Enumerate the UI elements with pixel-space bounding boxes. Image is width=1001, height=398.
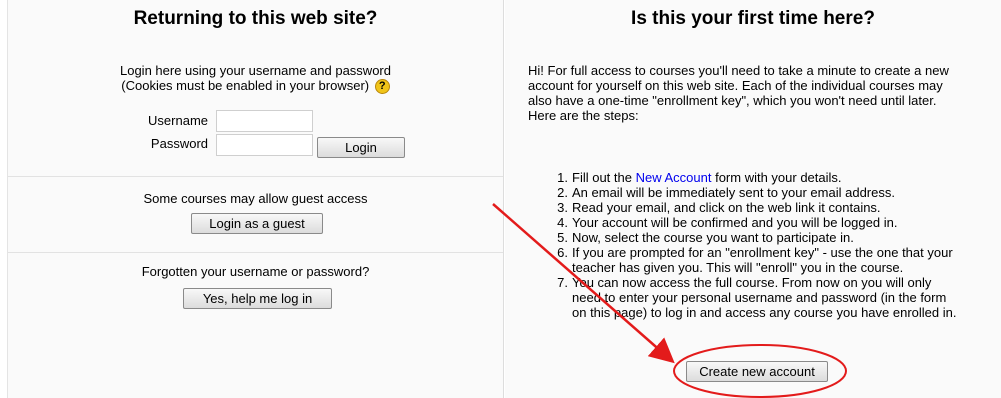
new-account-link[interactable]: New Account bbox=[636, 170, 712, 185]
guest-access-text: Some courses may allow guest access bbox=[143, 191, 368, 206]
password-label: Password bbox=[150, 136, 208, 151]
step-text: Read your email, and click on the web li… bbox=[572, 200, 881, 215]
question-mark-help-icon[interactable]: ? bbox=[374, 79, 390, 95]
step-number: 2. bbox=[557, 185, 568, 200]
divider-1 bbox=[8, 176, 503, 177]
step-item-4: 4. Your account will be confirmed and you… bbox=[554, 215, 974, 230]
step-text: Your account will be confirmed and you w… bbox=[572, 215, 898, 230]
signup-intro: Hi! For full access to courses you'll ne… bbox=[528, 63, 949, 123]
signup-panel: Is this your first time here? Hi! For fu… bbox=[505, 0, 1001, 398]
step-item-2: 2. An email will be immediately sent to y… bbox=[554, 185, 974, 200]
step-number: 5. bbox=[557, 230, 568, 245]
signup-steps: 1. Fill out the New Account form with yo… bbox=[554, 170, 974, 320]
returning-heading: Returning to this web site? bbox=[133, 8, 378, 29]
step-text: You can now access the full course. From… bbox=[572, 275, 957, 320]
step-item-1: 1. Fill out the New Account form with yo… bbox=[554, 170, 974, 185]
login-intro-line1: Login here using your username and passw… bbox=[119, 63, 391, 78]
login-intro-line2-row: (Cookies must be enabled in your browser… bbox=[8, 78, 503, 95]
step-text: An email will be immediately sent to you… bbox=[572, 185, 895, 200]
step-text: If you are prompted for an "enrollment k… bbox=[572, 245, 953, 275]
divider-2 bbox=[8, 252, 503, 253]
step1-suffix: form with your details. bbox=[711, 170, 842, 185]
forgot-password-button[interactable]: Yes, help me log in bbox=[183, 288, 332, 309]
step-number: 3. bbox=[557, 200, 568, 215]
create-new-account-button[interactable]: Create new account bbox=[686, 361, 828, 382]
login-intro-line2: (Cookies must be enabled in your browser… bbox=[121, 78, 370, 93]
username-input[interactable] bbox=[216, 110, 313, 132]
step-item-3: 3. Read your email, and click on the web … bbox=[554, 200, 974, 215]
step1-prefix: Fill out the bbox=[572, 170, 636, 185]
step-text: Now, select the course you want to parti… bbox=[572, 230, 854, 245]
login-button[interactable]: Login bbox=[317, 137, 405, 158]
step-number: 7. bbox=[557, 275, 568, 290]
step-item-5: 5. Now, select the course you want to par… bbox=[554, 230, 974, 245]
login-panel: Returning to this web site? Login here u… bbox=[7, 0, 504, 398]
forgot-password-text: Forgotten your username or password? bbox=[141, 264, 370, 279]
step-item-6: 6. If you are prompted for an "enrollment… bbox=[554, 245, 974, 275]
step-item-7: 7. You can now access the full course. Fr… bbox=[554, 275, 959, 320]
step-number: 4. bbox=[557, 215, 568, 230]
password-input[interactable] bbox=[216, 134, 313, 156]
step-number: 1. bbox=[557, 170, 568, 185]
username-label: Username bbox=[148, 113, 208, 128]
step-number: 6. bbox=[557, 245, 568, 260]
first-time-heading: Is this your first time here? bbox=[631, 8, 875, 29]
login-as-guest-button[interactable]: Login as a guest bbox=[191, 213, 323, 234]
